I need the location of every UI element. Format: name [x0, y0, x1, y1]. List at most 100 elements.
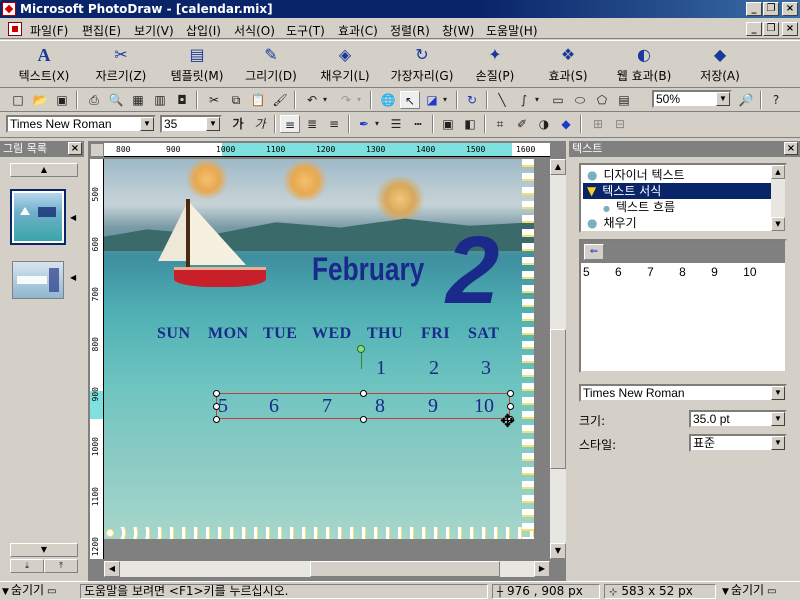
chevron-down-icon[interactable]: ▼	[771, 436, 785, 450]
print-icon[interactable]: ⎙	[84, 91, 104, 109]
close-icon[interactable]: ×	[68, 142, 82, 155]
chevron-down-icon[interactable]: ▼	[771, 386, 785, 400]
scroll-down-arrow-icon[interactable]: ▼	[771, 217, 785, 231]
document-icon[interactable]	[8, 22, 22, 36]
touchup-button[interactable]: ✦ 손질(P)	[466, 43, 524, 87]
open-icon[interactable]: 📂	[30, 91, 50, 109]
doc-close-button[interactable]: ×	[782, 22, 798, 36]
menu-file[interactable]: 파일(F)	[30, 22, 68, 39]
restore-button[interactable]: ❐	[763, 2, 779, 16]
fill-button[interactable]: ◈ 채우기(L)	[310, 43, 380, 87]
draw-button[interactable]: ✎ 그리기(D)	[238, 43, 304, 87]
cut-icon[interactable]: ✂	[204, 91, 224, 109]
copy-icon[interactable]: ⧉	[226, 91, 246, 109]
eyedropper-icon[interactable]: ✐	[512, 115, 532, 133]
group-icon[interactable]: ⊞	[588, 115, 608, 133]
shadow-icon[interactable]: ▣	[438, 115, 458, 133]
scroll-up-arrow-icon[interactable]: ▲	[550, 159, 566, 175]
new-icon[interactable]: □	[8, 91, 28, 109]
vertical-scroll-thumb[interactable]	[550, 329, 566, 469]
italic-icon[interactable]: 가	[250, 115, 270, 133]
close-icon[interactable]: ×	[784, 142, 798, 155]
calendar-picture[interactable]: February 2 SUN MON TUE WED THU FRI SAT 1…	[104, 159, 534, 539]
menu-window[interactable]: 창(W)	[442, 22, 474, 39]
scroll-top-button[interactable]: ⤒	[44, 559, 78, 573]
rotation-handle[interactable]	[357, 345, 365, 353]
edit-text-content[interactable]: 5 6 7 8 9 10	[583, 265, 781, 281]
pen-color-icon[interactable]: ✒	[354, 115, 374, 133]
resize-handle[interactable]	[507, 403, 514, 410]
resize-handle[interactable]	[213, 403, 220, 410]
scroll-left-arrow-icon[interactable]: ◀	[104, 561, 120, 577]
curve-icon[interactable]: ∫	[514, 91, 534, 109]
scroll-up-arrow-icon[interactable]: ▲	[771, 165, 785, 179]
menu-view[interactable]: 보기(V)	[134, 22, 174, 39]
photodraw-app-icon[interactable]	[2, 2, 16, 16]
paste-icon[interactable]: 📋	[248, 91, 268, 109]
scroll-right-arrow-icon[interactable]: ▶	[534, 561, 550, 577]
scroll-bottom-button[interactable]: ⤓	[10, 559, 44, 573]
tree-item-text-format[interactable]: ▼ 텍스트 서식	[583, 183, 771, 199]
undo-icon[interactable]: ↶	[302, 91, 322, 109]
fill-dropdown-icon[interactable]: ▾	[440, 91, 450, 109]
line-style-icon[interactable]: ☰	[386, 115, 406, 133]
tree-item-fill[interactable]: ● 채우기	[583, 215, 771, 231]
resize-handle[interactable]	[360, 390, 367, 397]
template-button[interactable]: ▤ 템플릿(M)	[160, 43, 234, 87]
dash-style-icon[interactable]: ┅	[408, 115, 428, 133]
menu-tools[interactable]: 도구(T)	[286, 22, 325, 39]
save-disk-icon[interactable]: ▣	[52, 91, 72, 109]
camera-icon[interactable]: ◘	[172, 91, 192, 109]
panel-font-combo[interactable]: Times New Roman ▼	[579, 384, 787, 402]
menu-help[interactable]: 도움말(H)	[486, 22, 538, 39]
help-icon[interactable]: ?	[766, 91, 786, 109]
resize-handle[interactable]	[507, 390, 514, 397]
scroll-down-button[interactable]: ▼	[10, 543, 78, 557]
rotate-icon[interactable]: ↻	[462, 91, 482, 109]
ungroup-icon[interactable]: ⊟	[610, 115, 630, 133]
chevron-down-icon[interactable]: ▼	[771, 412, 785, 426]
resize-handle[interactable]	[360, 416, 367, 423]
align-center-icon[interactable]: ≣	[302, 115, 322, 133]
chevron-down-icon[interactable]: ▼	[716, 92, 730, 106]
chevron-down-icon[interactable]: ▼	[140, 117, 154, 131]
format-painter-icon[interactable]: 🖌	[270, 91, 290, 109]
font-size-combo[interactable]: 35 ▼	[160, 115, 222, 133]
menu-edit[interactable]: 편집(E)	[82, 22, 121, 39]
shape-icon[interactable]: ⬠	[592, 91, 612, 109]
menu-insert[interactable]: 삽입(I)	[186, 22, 221, 39]
rectangle-icon[interactable]: ▭	[548, 91, 568, 109]
redo-icon[interactable]: ↷	[336, 91, 356, 109]
browse-icon[interactable]: ▥	[150, 91, 170, 109]
scan-icon[interactable]: ▦	[128, 91, 148, 109]
hide-right-toggle[interactable]: ▼ 숨기기 ▭	[722, 584, 798, 599]
3d-icon[interactable]: ◧	[460, 115, 480, 133]
menu-format[interactable]: 서식(O)	[234, 22, 275, 39]
cut-button[interactable]: ✂ 자르기(Z)	[86, 43, 156, 87]
align-right-icon[interactable]: ≡	[324, 115, 344, 133]
thumbnail-1[interactable]	[10, 189, 66, 245]
text-edit-box[interactable]: ⇐ 5 6 7 8 9 10	[579, 239, 787, 373]
font-name-combo[interactable]: Times New Roman ▼	[6, 115, 156, 133]
close-button[interactable]: ×	[782, 2, 798, 16]
panel-style-combo[interactable]: 표준 ▼	[689, 434, 787, 452]
menu-arrange[interactable]: 정렬(R)	[390, 22, 430, 39]
tree-item-text-flow[interactable]: ● 텍스트 흐름	[599, 199, 771, 215]
horizontal-scroll-thumb[interactable]	[310, 561, 500, 577]
text-box-icon[interactable]: ▤	[614, 91, 634, 109]
horizontal-scrollbar[interactable]: ◀ ▶	[104, 561, 550, 577]
line-icon[interactable]: ╲	[492, 91, 512, 109]
scroll-up-button[interactable]: ▲	[10, 163, 78, 177]
pen-dropdown-icon[interactable]: ▾	[372, 115, 382, 133]
text-direction-icon[interactable]: ⇐	[584, 244, 604, 260]
scroll-down-arrow-icon[interactable]: ▼	[550, 543, 566, 559]
align-left-icon[interactable]: ≡	[280, 115, 300, 133]
resize-handle[interactable]	[213, 416, 220, 423]
crop-icon[interactable]: ⌗	[490, 115, 510, 133]
vertical-scrollbar[interactable]: ▲ ▼	[550, 159, 566, 559]
ellipse-icon[interactable]: ⬭	[570, 91, 590, 109]
zoom-icon[interactable]: 🔎	[736, 91, 756, 109]
effects-button[interactable]: ❖ 효과(S)	[538, 43, 598, 87]
panel-size-combo[interactable]: 35.0 pt ▼	[689, 410, 787, 428]
menu-effects[interactable]: 효과(C)	[338, 22, 378, 39]
